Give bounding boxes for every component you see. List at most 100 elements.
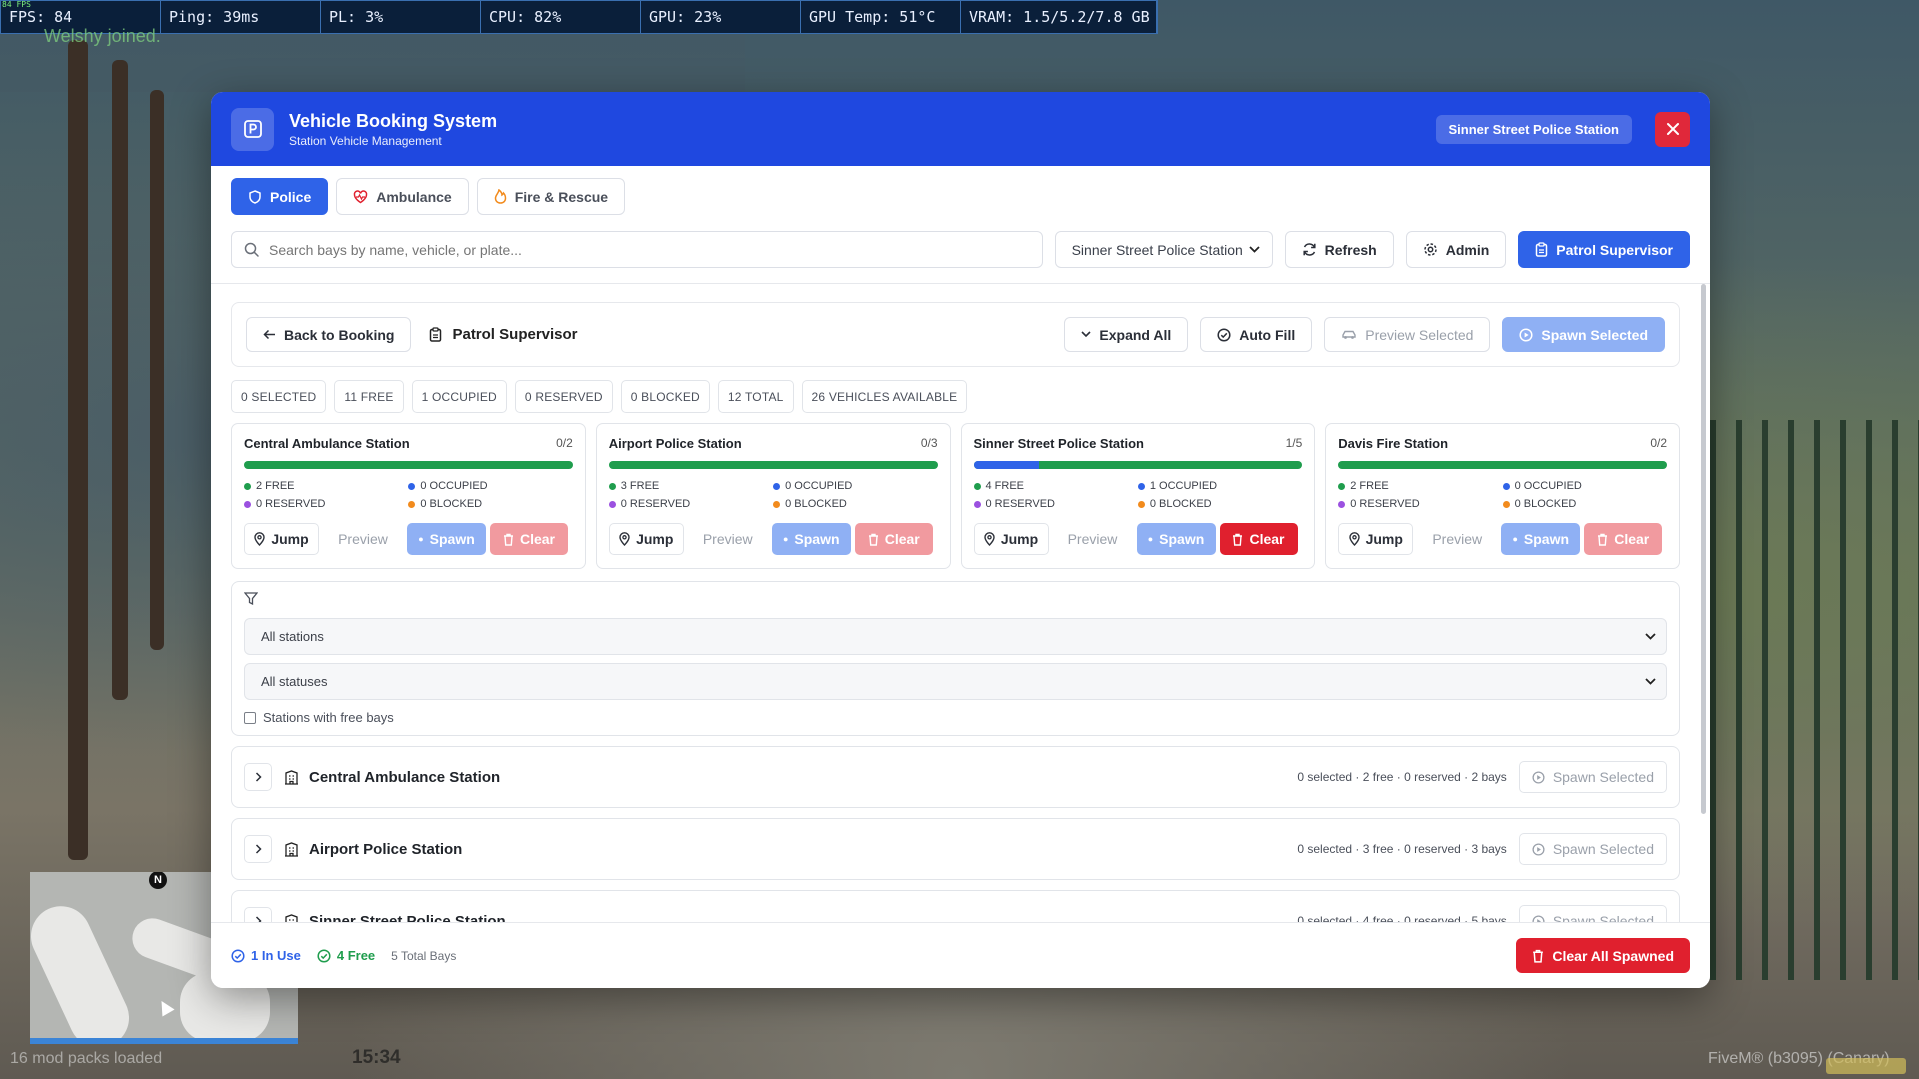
group-spawn-selected-button[interactable]: Spawn Selected <box>1518 833 1667 865</box>
clear-all-spawned-button[interactable]: Clear All Spawned <box>1516 938 1690 973</box>
spawn-button[interactable]: ● Spawn <box>1136 523 1216 555</box>
role-subheader: Back to Booking Patrol Supervisor Expand… <box>231 302 1680 367</box>
content-scrollbar[interactable] <box>1701 284 1706 814</box>
auto-fill-button[interactable]: Auto Fill <box>1200 317 1313 352</box>
chevron-down-icon <box>1645 678 1656 685</box>
tab-fire-rescue[interactable]: Fire & Rescue <box>476 178 626 215</box>
station-group: Sinner Street Police Station 0 selected … <box>231 890 1680 922</box>
jump-button[interactable]: Jump <box>608 523 684 555</box>
role-button[interactable]: Patrol Supervisor <box>1518 231 1690 268</box>
expand-group-button[interactable] <box>244 907 272 922</box>
spawn-button[interactable]: ● Spawn <box>407 523 486 555</box>
stat-free: 11 FREE <box>334 380 404 413</box>
station-select[interactable]: Sinner Street Police Station <box>1054 231 1273 268</box>
perf-ping: Ping: 39ms <box>161 1 321 33</box>
spawn-button[interactable]: ● Spawn <box>771 523 851 555</box>
station-card-legend: 2 FREE 0 OCCUPIED 0 RESERVED 0 BLOCKED <box>244 480 573 510</box>
preview-button[interactable]: Preview <box>1053 523 1133 555</box>
modal-header: Vehicle Booking System Station Vehicle M… <box>211 92 1710 166</box>
map-pin-icon <box>984 532 995 546</box>
clear-button[interactable]: Clear <box>490 523 568 555</box>
expand-all-button[interactable]: Expand All <box>1064 317 1189 352</box>
expand-group-button[interactable] <box>244 835 272 863</box>
performance-overlay: FPS: 84 Ping: 39ms PL: 3% CPU: 82% GPU: … <box>0 0 1158 34</box>
clipboard-icon <box>1536 242 1548 257</box>
station-card: Davis Fire Station 0/2 2 FREE 0 OCCUPIED … <box>1325 423 1680 569</box>
occupancy-bar <box>244 461 573 469</box>
spawn-dot-icon: ● <box>1147 534 1154 544</box>
clear-button[interactable]: Clear <box>1219 523 1298 555</box>
filter-panel: All stations All statuses Stations with … <box>231 581 1680 736</box>
occupancy-bar-fill <box>973 461 1040 469</box>
station-card-name: Central Ambulance Station <box>244 436 410 451</box>
station-card: Sinner Street Police Station 1/5 4 FREE 1… <box>960 423 1316 569</box>
preview-button[interactable]: Preview <box>323 523 403 555</box>
status-filter-select[interactable]: All statuses <box>244 663 1667 700</box>
legend-free: 3 FREE <box>608 480 773 492</box>
free-bays-label: Stations with free bays <box>263 710 394 725</box>
occupancy-bar <box>973 461 1303 469</box>
spawn-selected-button[interactable]: Spawn Selected <box>1502 317 1665 352</box>
legend-reserved: 0 RESERVED <box>608 498 773 510</box>
shield-icon <box>249 189 261 204</box>
clear-button[interactable]: Clear <box>1584 523 1663 555</box>
admin-button[interactable]: Admin <box>1405 231 1507 268</box>
station-card-legend: 3 FREE 0 OCCUPIED 0 RESERVED 0 BLOCKED <box>608 480 938 510</box>
jump-button[interactable]: Jump <box>973 523 1049 555</box>
check-circle-icon <box>1217 327 1231 342</box>
arrow-left-icon <box>263 329 275 340</box>
preview-button[interactable]: Preview <box>1417 523 1497 555</box>
expand-group-button[interactable] <box>244 763 272 791</box>
search-icon <box>244 242 259 257</box>
gear-icon <box>1423 243 1437 256</box>
stat-vehicles-available: 26 VEHICLES AVAILABLE <box>801 380 968 413</box>
station-card-name: Sinner Street Police Station <box>973 436 1145 451</box>
back-to-booking-button[interactable]: Back to Booking <box>246 317 412 352</box>
group-meta: 0 selected · 2 free · 0 reserved · 2 bay… <box>1297 770 1507 784</box>
spawn-button[interactable]: ● Spawn <box>1501 523 1581 555</box>
preview-selected-button[interactable]: Preview Selected <box>1324 317 1491 352</box>
auto-fill-label: Auto Fill <box>1239 326 1296 343</box>
building-icon <box>285 769 298 785</box>
background-tree <box>150 90 164 650</box>
check-circle-icon <box>231 948 245 963</box>
footer-free: 4 Free <box>317 948 375 963</box>
refresh-button[interactable]: Refresh <box>1284 231 1394 268</box>
group-spawn-selected-button[interactable]: Spawn Selected <box>1518 905 1667 922</box>
perf-gpu: GPU: 23% <box>641 1 801 33</box>
free-bays-filter: Stations with free bays <box>244 710 1667 725</box>
station-filter-value: All stations <box>261 629 324 644</box>
background-tree <box>112 60 128 700</box>
check-circle-icon <box>317 948 331 963</box>
station-card-legend: 2 FREE 0 OCCUPIED 0 RESERVED 0 BLOCKED <box>1338 480 1667 510</box>
legend-blocked: 0 BLOCKED <box>1137 498 1302 510</box>
preview-button[interactable]: Preview <box>688 523 768 555</box>
clear-button[interactable]: Clear <box>854 523 933 555</box>
map-pin-icon <box>619 532 630 546</box>
perf-cpu: CPU: 82% <box>481 1 641 33</box>
toolbar: Sinner Street Police Station Refresh Adm… <box>211 215 1710 268</box>
legend-reserved: 0 RESERVED <box>973 498 1138 510</box>
free-bays-checkbox[interactable] <box>244 711 256 724</box>
legend-blocked: 0 BLOCKED <box>1502 498 1667 510</box>
group-name: Central Ambulance Station <box>309 768 501 786</box>
stat-occupied: 1 OCCUPIED <box>411 380 507 413</box>
modal-subtitle: Station Vehicle Management <box>289 133 442 148</box>
footer-total: 5 Total Bays <box>391 948 457 963</box>
tab-label: Ambulance <box>376 188 452 205</box>
footer-in-use: 1 In Use <box>231 948 301 963</box>
group-spawn-selected-button[interactable]: Spawn Selected <box>1518 761 1667 793</box>
station-filter-select[interactable]: All stations <box>244 618 1667 655</box>
flame-icon <box>494 189 506 204</box>
jump-button[interactable]: Jump <box>244 523 319 555</box>
legend-occupied: 0 OCCUPIED <box>773 480 937 492</box>
tab-police[interactable]: Police <box>231 178 329 215</box>
search-input[interactable] <box>269 241 1030 258</box>
refresh-label: Refresh <box>1324 241 1377 258</box>
station-card-count: 0/2 <box>1650 436 1667 450</box>
jump-button[interactable]: Jump <box>1338 523 1414 555</box>
close-button[interactable] <box>1655 111 1690 147</box>
play-circle-icon <box>1532 914 1545 922</box>
tab-ambulance[interactable]: Ambulance <box>336 178 469 215</box>
legend-free: 4 FREE <box>973 480 1138 492</box>
